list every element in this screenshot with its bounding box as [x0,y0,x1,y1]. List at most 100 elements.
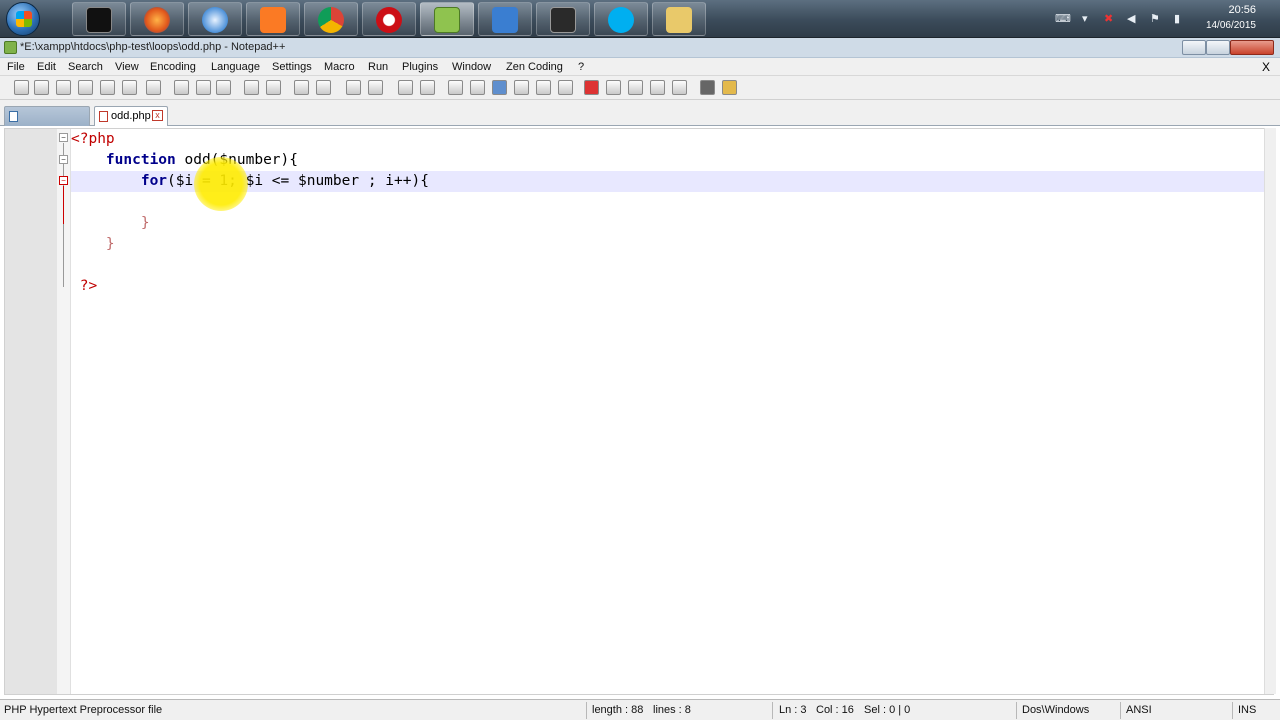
save-macro-icon[interactable] [672,80,687,95]
taskbar-skype-button[interactable] [594,2,648,36]
taskbar-safari-button[interactable] [188,2,242,36]
file-icon [9,111,18,122]
tab-untitled[interactable] [4,106,90,126]
word-wrap-icon[interactable] [448,80,463,95]
code-line-1: <?php [71,129,1271,150]
close-file-icon[interactable] [100,80,115,95]
redo-icon[interactable] [266,80,281,95]
closing-brace: } [140,215,150,231]
undo-icon[interactable] [244,80,259,95]
sync-vertical-icon[interactable] [398,80,413,95]
taskbar-opera-button[interactable] [362,2,416,36]
tray-network-icon[interactable]: ✖ [1104,12,1113,25]
fold-toggle-icon[interactable]: − [59,133,68,142]
menu-view[interactable]: View [115,61,139,73]
code-editor[interactable]: − − − <?php function odd($number){ for($… [4,128,1274,695]
tray-battery-icon[interactable]: ▮ [1174,12,1180,25]
tray-arrow-icon[interactable]: ▾ [1082,12,1088,25]
taskbar-cmd-button[interactable] [72,2,126,36]
folder-icon [666,7,692,33]
code-line-6: } [71,234,1271,255]
find-icon[interactable] [294,80,309,95]
launch-icon[interactable] [722,80,737,95]
close-document-icon[interactable]: X [1262,60,1270,74]
window-title: *E:\xampp\htdocs\php-test\loops\odd.php … [20,41,286,53]
menu-file[interactable]: File [7,61,25,73]
minimize-button[interactable] [1182,40,1206,55]
save-all-icon[interactable] [78,80,93,95]
fold-toggle-icon[interactable]: − [59,155,68,164]
menu-language[interactable]: Language [211,61,260,73]
taskbar-xampp-button[interactable] [246,2,300,36]
status-insert-mode: INS [1238,704,1257,716]
zoom-in-icon[interactable] [346,80,361,95]
tab-close-icon[interactable]: x [152,110,163,121]
status-selection: Sel : 0 | 0 [864,704,911,716]
menu-zen-coding[interactable]: Zen Coding [506,61,563,73]
function-list-icon[interactable] [558,80,573,95]
new-file-icon[interactable] [14,80,29,95]
tray-volume-icon[interactable]: ◀ [1127,12,1135,25]
replace-icon[interactable] [316,80,331,95]
menu-plugins[interactable]: Plugins [402,61,438,73]
play-macro-icon[interactable] [628,80,643,95]
user-language-icon[interactable] [514,80,529,95]
print-icon[interactable] [146,80,161,95]
save-icon[interactable] [56,80,71,95]
php-file-icon [99,111,108,122]
xampp-icon [260,7,286,33]
record-macro-icon[interactable] [584,80,599,95]
taskbar-snipping-button[interactable] [478,2,532,36]
clock-date[interactable]: 14/06/2015 [1206,20,1256,31]
paste-icon[interactable] [216,80,231,95]
taskbar-chrome-button[interactable] [304,2,358,36]
taskbar-notepadpp-button[interactable] [420,2,474,36]
show-all-chars-icon[interactable] [470,80,485,95]
menu-macro[interactable]: Macro [324,61,355,73]
sync-horizontal-icon[interactable] [420,80,435,95]
close-all-icon[interactable] [122,80,137,95]
close-button[interactable] [1230,40,1274,55]
open-file-icon[interactable] [34,80,49,95]
plugin-icon[interactable] [700,80,715,95]
notepad-plus-plus-icon [434,7,460,33]
copy-icon[interactable] [196,80,211,95]
vertical-scrollbar[interactable] [1264,128,1276,694]
doc-map-icon[interactable] [536,80,551,95]
tab-odd-php[interactable]: odd.php x [94,106,168,126]
taskbar-explorer-button[interactable] [652,2,706,36]
title-bar: *E:\xampp\htdocs\php-test\loops\odd.php … [0,38,1280,58]
tab-label: odd.php [111,110,151,122]
menu-encoding[interactable]: Encoding [150,61,196,73]
firefox-icon [144,7,170,33]
menu-run[interactable]: Run [368,61,388,73]
menu-window[interactable]: Window [452,61,491,73]
clock-time[interactable]: 20:56 [1228,4,1256,16]
cut-icon[interactable] [174,80,189,95]
stop-macro-icon[interactable] [606,80,621,95]
menu-settings[interactable]: Settings [272,61,312,73]
menu-search[interactable]: Search [68,61,103,73]
maximize-button[interactable] [1206,40,1230,55]
fold-toggle-icon[interactable]: − [59,176,68,185]
tab-bar: odd.php x [0,100,1280,126]
zoom-out-icon[interactable] [368,80,383,95]
monitor-icon [550,7,576,33]
tray-flag-icon[interactable]: ⚑ [1150,12,1160,25]
taskbar-monitor-button[interactable] [536,2,590,36]
status-length: length : 88 [592,704,644,716]
status-lines: lines : 8 [653,704,691,716]
menu-edit[interactable]: Edit [37,61,56,73]
line-number-gutter [5,129,57,694]
taskbar-firefox-button[interactable] [130,2,184,36]
tray-keyboard-icon[interactable]: ⌨ [1055,12,1071,25]
menu-help[interactable]: ? [578,61,584,73]
play-multiple-icon[interactable] [650,80,665,95]
indent-guide-icon[interactable] [492,80,507,95]
menu-bar: File Edit Search View Encoding Language … [0,58,1280,76]
status-divider [1232,702,1233,719]
start-button[interactable] [6,2,40,36]
status-bar: PHP Hypertext Preprocessor file length :… [0,699,1280,720]
